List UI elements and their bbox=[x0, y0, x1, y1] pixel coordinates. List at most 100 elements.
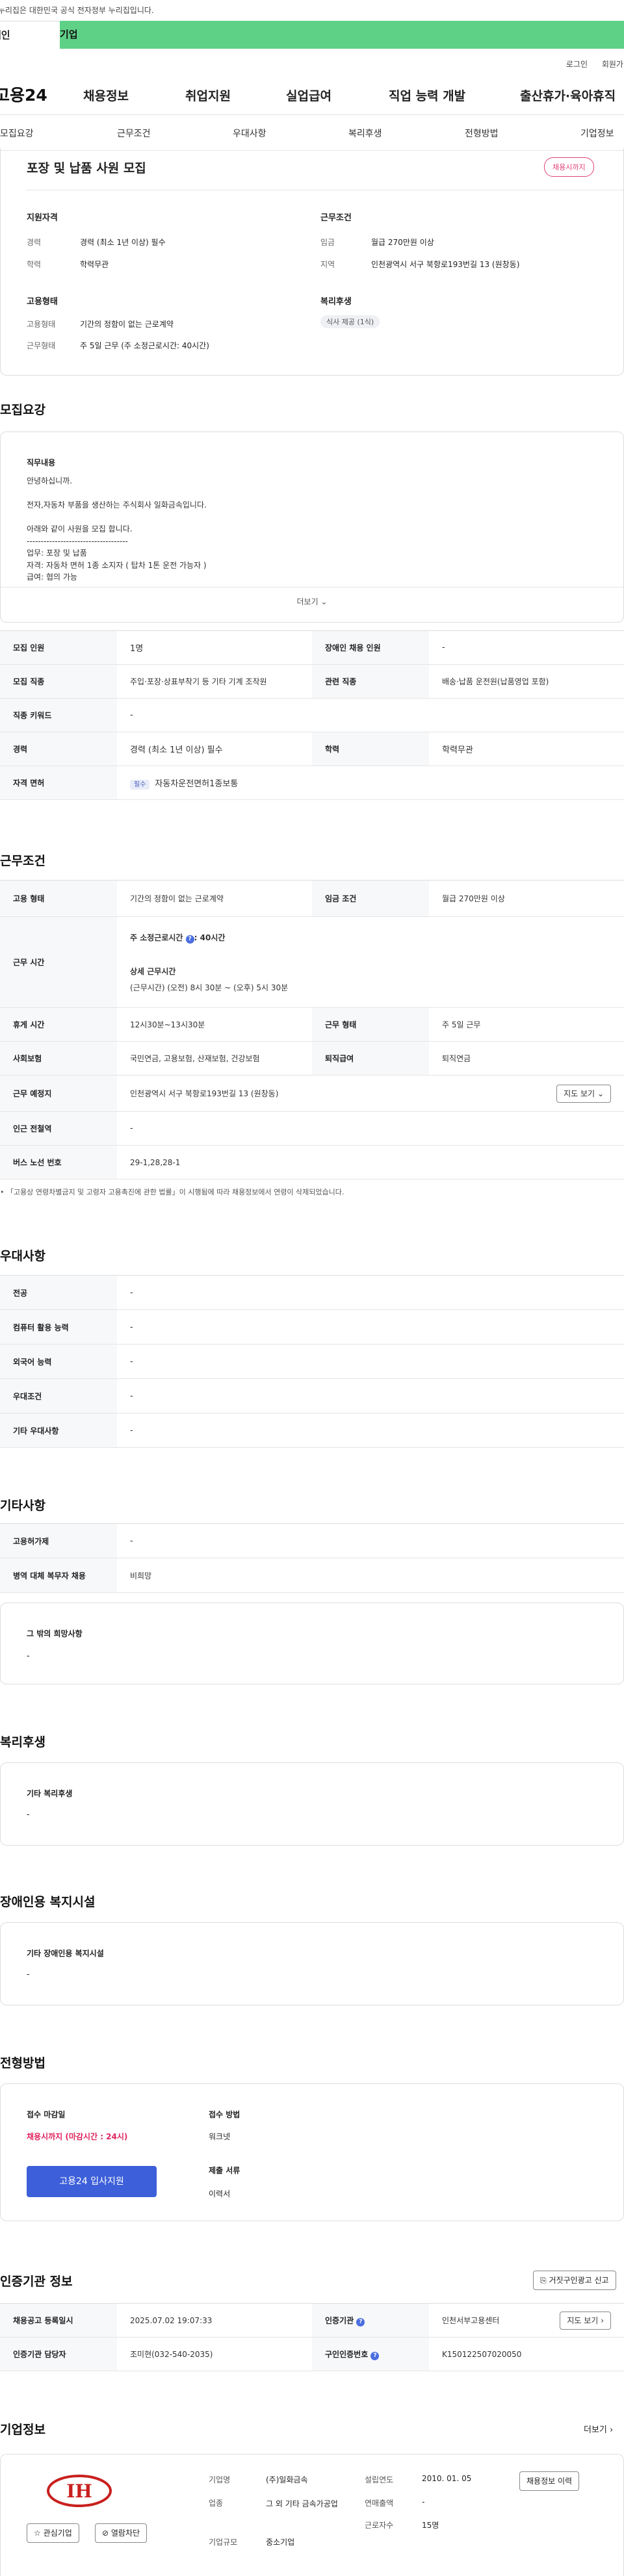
org-label: 인증기관 bbox=[325, 2315, 354, 2325]
apply-button[interactable]: 고용24 입사지원 bbox=[27, 2166, 157, 2197]
cell-value: 기간의 정함이 없는 근로계약 bbox=[117, 880, 312, 917]
table-row: 고용허가제 - bbox=[0, 1523, 624, 1558]
gnb-jobs[interactable]: 채용정보 bbox=[83, 86, 129, 104]
employees-label: 근로자수 bbox=[365, 2521, 394, 2530]
info-icon[interactable]: ? bbox=[185, 934, 194, 944]
cell-label: 컴퓨터 활용 능력 bbox=[0, 1309, 117, 1345]
emp-value-1: 주 5일 근무 (주 소정근로시간: 40시간) bbox=[80, 341, 209, 350]
info-icon[interactable]: ? bbox=[370, 2351, 380, 2360]
disabled-title: 장애인용 복지시설 bbox=[0, 1895, 96, 1909]
tab-company[interactable]: 기업 bbox=[60, 21, 624, 49]
table-row: 인증기관 담당자 조미현(032-540-2035) 구인인증번호 ? K150… bbox=[0, 2337, 624, 2371]
cert-no-label: 구인인증번호 bbox=[325, 2349, 369, 2359]
info-icon[interactable]: ? bbox=[356, 2317, 365, 2326]
site-logo[interactable]: 고용24 bbox=[0, 83, 92, 106]
duty-more-label: 더보기 bbox=[296, 597, 318, 606]
duty-more-button[interactable]: 더보기 ⌄ bbox=[1, 596, 623, 607]
user-tabs: 개인 기업 bbox=[0, 21, 624, 49]
selection-title: 전형방법 bbox=[0, 2056, 46, 2070]
pref-title: 우대사항 bbox=[0, 1249, 46, 1263]
age-note: • 「고용상 연령차별금지 및 고령자 고용촉진에 관한 법률」이 시행됨에 따… bbox=[0, 1188, 344, 1196]
duty-line bbox=[27, 487, 207, 500]
star-icon: ☆ bbox=[34, 2529, 41, 2538]
welfare-card-value: - bbox=[27, 1810, 30, 1820]
duty-line: 안녕하십니까. bbox=[27, 476, 73, 485]
duty-text: 안녕하십니까. 전자,자동차 부품을 생산하는 주식회사 일화금속입니다. 아래와 … bbox=[27, 475, 207, 584]
map-button[interactable]: 지도 보기 ⌄ bbox=[556, 1085, 611, 1103]
company-more-link[interactable]: 더보기 › bbox=[584, 2423, 613, 2435]
cell-value: 주입·포장·상표부착기 등 기타 기계 조작원 bbox=[117, 664, 312, 699]
table-row: 모집 직종 주입·포장·상표부착기 등 기타 기계 조작원 관련 직종 배송·납… bbox=[0, 664, 624, 699]
table-row: 근무 예정지 인천광역시 서구 북항로193번길 13 (원창동) 지도 보기 ⌄ bbox=[0, 1075, 624, 1112]
block-view-button[interactable]: ⊘ 열람차단 bbox=[95, 2523, 148, 2543]
subnav-company[interactable]: 기업정보 bbox=[580, 127, 614, 140]
cell-value: - bbox=[117, 1344, 624, 1379]
cell-label: 근무 형태 bbox=[312, 1007, 429, 1042]
login-link[interactable]: 로그인 bbox=[566, 60, 588, 69]
join-link[interactable]: 회원가입 bbox=[602, 60, 624, 69]
subnav-recruit[interactable]: 모집요강 bbox=[0, 127, 34, 140]
gnb-parental-leave[interactable]: 출산휴가·육아휴직 bbox=[520, 86, 616, 104]
cell-label: 고용허가제 bbox=[0, 1523, 117, 1558]
cell-value: 경력 (최소 1년 이상) 필수 bbox=[117, 732, 312, 766]
other-wishes-title: 그 밖의 희망사항 bbox=[27, 1629, 83, 1638]
gnb-unemployment-benefit[interactable]: 실업급여 bbox=[286, 86, 332, 104]
sales-label: 연매출액 bbox=[365, 2499, 394, 2508]
cell-label: 인증기관 ? bbox=[312, 2303, 429, 2338]
method-label: 접수 방법 bbox=[209, 2110, 240, 2119]
summary-card: 포장 및 납품 사원 모집 채용시까지 지원자격 경력 경력 (최소 1년 이상… bbox=[0, 148, 624, 376]
cell-label: 관련 직종 bbox=[312, 664, 429, 699]
subnav-welfare[interactable]: 복리후생 bbox=[348, 127, 382, 140]
size-label: 기업규모 bbox=[209, 2538, 238, 2547]
subnav-work-conditions[interactable]: 근무조건 bbox=[117, 127, 151, 140]
agency-map-button[interactable]: 지도 보기 › bbox=[560, 2312, 611, 2330]
emp-value-0: 기간의 정함이 없는 근로계약 bbox=[80, 320, 174, 329]
cell-value: 2025.07.02 19:07:33 bbox=[117, 2303, 312, 2338]
cell-value: K150122507020050 bbox=[429, 2337, 624, 2371]
welfare-card: 기타 복리후생 - bbox=[0, 1762, 624, 1846]
cell-label: 직종 키워드 bbox=[0, 698, 117, 732]
other-wishes-card: 그 밖의 희망사항 - bbox=[0, 1603, 624, 1684]
hours-weekly-value: : 40시간 bbox=[194, 933, 226, 942]
qual-label-0: 경력 bbox=[27, 238, 42, 247]
table-row: 전공 - bbox=[0, 1275, 624, 1310]
cell-value: 국민연금, 고용보험, 산재보험, 건강보험 bbox=[117, 1041, 312, 1075]
favorite-label: 관심기업 bbox=[43, 2529, 72, 2538]
cell-label: 근무 시간 bbox=[0, 916, 117, 1008]
subnav-selection[interactable]: 전형방법 bbox=[465, 127, 499, 140]
cell-label: 병역 대체 복무자 채용 bbox=[0, 1558, 117, 1593]
tab-personal[interactable]: 개인 bbox=[0, 21, 60, 49]
global-nav: 고용24 채용정보 취업지원 실업급여 직업 능력 개발 출산휴가·육아휴직 bbox=[0, 73, 624, 115]
emp-title: 고용형태 bbox=[27, 297, 58, 307]
section-nav: 모집요강 근무조건 우대사항 복리후생 전형방법 기업정보 bbox=[0, 115, 624, 151]
cell-label: 고용 형태 bbox=[0, 880, 117, 917]
company-name-label: 기업명 bbox=[209, 2475, 231, 2484]
cell-label: 채용공고 등록일시 bbox=[0, 2303, 117, 2338]
cell-label: 학력 bbox=[312, 732, 429, 766]
cell-value: 퇴직연금 bbox=[429, 1041, 624, 1075]
cell-label: 사회보험 bbox=[0, 1041, 117, 1075]
table-row: 휴게 시간 12시30분~13시30분 근무 형태 주 5일 근무 bbox=[0, 1007, 624, 1042]
cell-value: - bbox=[117, 1275, 624, 1310]
work-title: 근무조건 bbox=[0, 854, 46, 868]
cell-value: - bbox=[429, 630, 624, 665]
cell-value: 비희망 bbox=[117, 1558, 624, 1593]
cell-label: 임금 조건 bbox=[312, 880, 429, 917]
table-row: 우대조건 - bbox=[0, 1378, 624, 1413]
gnb-employment-support[interactable]: 취업지원 bbox=[185, 86, 231, 104]
recruit-history-button[interactable]: 채용정보 이력 bbox=[519, 2471, 580, 2491]
cell-label: 퇴직급여 bbox=[312, 1041, 429, 1075]
gnb-vocational-training[interactable]: 직업 능력 개발 bbox=[389, 86, 465, 104]
cell-value: - bbox=[117, 1378, 624, 1413]
cell-label: 인증기관 담당자 bbox=[0, 2337, 117, 2371]
subnav-preference[interactable]: 우대사항 bbox=[233, 127, 266, 140]
employees-value: 15명 bbox=[422, 2521, 439, 2530]
table-row: 경력 경력 (최소 1년 이상) 필수 학력 학력무관 bbox=[0, 732, 624, 766]
block-icon: ⊘ bbox=[102, 2529, 109, 2538]
table-row: 기타 우대사항 - bbox=[0, 1413, 624, 1448]
favorite-company-button[interactable]: ☆ 관심기업 bbox=[27, 2523, 79, 2543]
report-false-ad-button[interactable]: ⎘ 거짓구인광고 신고 bbox=[533, 2271, 616, 2290]
cell-value: - bbox=[117, 1523, 624, 1558]
duty-title: 직무내용 bbox=[27, 458, 56, 467]
work-table: 고용 형태 기간의 정함이 없는 근로계약 임금 조건 월급 270만원 이상 … bbox=[0, 880, 624, 1179]
